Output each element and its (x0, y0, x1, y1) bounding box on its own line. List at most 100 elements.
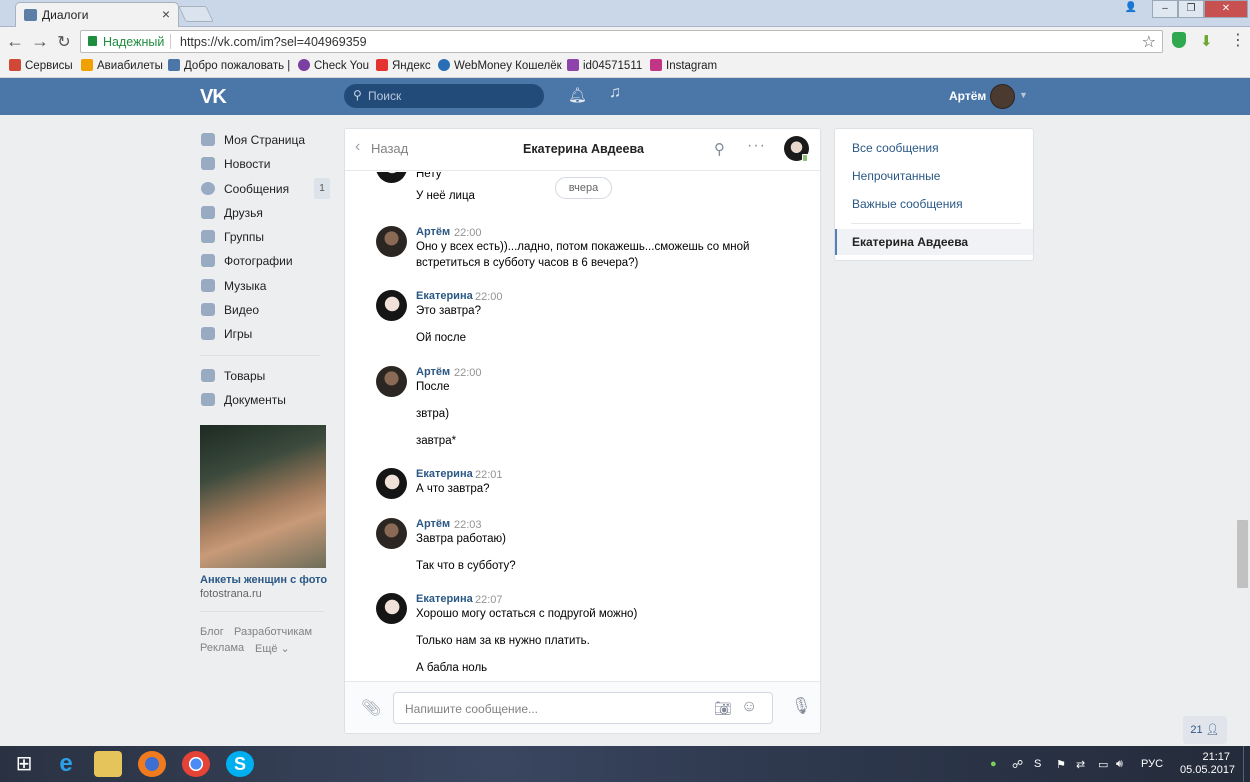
close-window-button[interactable]: ✕ (1204, 0, 1248, 18)
emoji-smile-icon[interactable]: ☺ (741, 698, 757, 716)
dialog-search-icon[interactable]: ⚲ (714, 140, 725, 158)
message-author[interactable]: Екатерина (416, 468, 473, 480)
search-placeholder: Поиск (368, 89, 402, 103)
header-user-name[interactable]: Артём (949, 89, 986, 103)
footer-developers-link[interactable]: Разработчикам (234, 626, 312, 638)
skype-icon[interactable]: S (226, 751, 254, 777)
vk-logo-icon[interactable]: VK (200, 86, 227, 109)
message-author[interactable]: Екатерина (416, 290, 473, 302)
avatar[interactable] (376, 290, 407, 321)
message-author[interactable]: Артём (416, 366, 450, 378)
browser-menu-icon[interactable]: ⋮ (1230, 30, 1246, 50)
bookmark-avia[interactable]: Авиабилеты (81, 59, 163, 72)
maximize-button[interactable]: ❐ (1178, 0, 1204, 18)
file-explorer-icon[interactable] (94, 751, 122, 777)
ad-image[interactable] (200, 425, 326, 568)
friends-icon (201, 205, 215, 219)
nav-music[interactable]: Музыка (200, 274, 330, 298)
bookmark-yandex[interactable]: Яндекс (376, 59, 431, 72)
avatar[interactable] (376, 226, 407, 257)
bookmark-webmoney[interactable]: WebMoney Кошелёк (438, 59, 562, 72)
footer-ads-link[interactable]: Реклама (200, 642, 244, 654)
footer-blog-link[interactable]: Блог (200, 626, 224, 638)
header-avatar[interactable] (990, 84, 1015, 109)
internet-explorer-icon[interactable]: e (52, 751, 80, 777)
new-tab-button[interactable] (178, 6, 214, 22)
tray-arrows-icon[interactable]: ⇄ (1076, 758, 1085, 771)
nav-messages[interactable]: Сообщения 1 (200, 177, 330, 201)
nav-groups[interactable]: Группы (200, 225, 330, 249)
reload-icon[interactable]: ↻ (54, 32, 74, 52)
dialog-panel: ‹ Назад Екатерина Авдеева ⚲ ··· Нету У н… (344, 128, 821, 734)
bookmark-id[interactable]: id04571511 (567, 59, 642, 72)
chevron-down-icon[interactable]: ▼ (1019, 90, 1028, 100)
page-scrollbar[interactable] (1237, 520, 1248, 588)
back-arrow-icon[interactable]: ← (5, 31, 25, 52)
tray-skype-icon[interactable]: S (1034, 758, 1041, 770)
tray-monitor-icon[interactable]: ▭ (1098, 758, 1108, 771)
tray-flag-icon[interactable]: ⚑ (1056, 758, 1066, 771)
search-input[interactable]: ⚲ Поиск (344, 84, 544, 108)
avatar[interactable] (376, 366, 407, 397)
nav-news[interactable]: Новости (200, 152, 330, 176)
message-author[interactable]: Екатерина (416, 593, 473, 605)
nav-my-page[interactable]: Моя Страница (200, 128, 330, 152)
address-bar[interactable]: Надежный https://vk.com/im?sel=404969359… (80, 30, 1163, 53)
filter-all-messages[interactable]: Все сообщения (852, 141, 939, 155)
nav-goods[interactable]: Товары (200, 364, 330, 388)
url-text[interactable]: https://vk.com/im?sel=404969359 (180, 35, 367, 49)
filter-important[interactable]: Важные сообщения (852, 197, 963, 211)
vk-icon (168, 59, 180, 71)
minimize-button[interactable]: ‒ (1152, 0, 1178, 18)
ad-title[interactable]: Анкеты женщин с фото (200, 574, 327, 586)
nav-games[interactable]: Игры (200, 322, 330, 346)
firefox-icon[interactable] (138, 751, 166, 777)
camera-icon[interactable]: 📷︎ (714, 700, 732, 717)
message-time: 22:01 (475, 469, 503, 481)
nav-documents[interactable]: Документы (200, 388, 330, 412)
tray-network-icon[interactable]: ☍ (1012, 758, 1023, 771)
active-dialog-item[interactable]: Екатерина Авдеева (835, 229, 1033, 255)
bookmark-vk[interactable]: Добро пожаловать | (168, 59, 290, 72)
bookmark-instagram[interactable]: Instagram (650, 59, 717, 72)
online-friends-button[interactable]: 21 👤︎ (1183, 716, 1227, 744)
language-indicator[interactable]: РУС (1141, 758, 1163, 770)
attach-paperclip-icon[interactable]: 📎︎ (361, 698, 381, 718)
message-history[interactable]: Нету У неё лица вчера Артём 22:00 Оно у … (345, 172, 820, 680)
footer-more-link[interactable]: Ещё ⌄ (255, 642, 290, 655)
nav-photos[interactable]: Фотографии (200, 249, 330, 273)
profile-icon[interactable]: 👤 (1118, 0, 1144, 18)
avatar[interactable] (376, 593, 407, 624)
chrome-icon[interactable] (182, 751, 210, 777)
message-placeholder: Напишите сообщение... (405, 702, 539, 716)
message-input[interactable]: Напишите сообщение... 📷︎ ☺ (393, 692, 773, 724)
bookmark-checkyou[interactable]: Check You (298, 59, 369, 72)
avatar[interactable] (376, 468, 407, 499)
bookmark-star-icon[interactable]: ☆ (1142, 32, 1156, 52)
message-author[interactable]: Артём (416, 226, 450, 238)
shield-extension-icon[interactable] (1172, 32, 1186, 48)
tray-app-icon[interactable]: ● (990, 758, 997, 770)
forward-arrow-icon[interactable]: → (30, 31, 50, 52)
show-desktop-button[interactable] (1243, 746, 1250, 782)
avatar[interactable] (376, 172, 407, 183)
tab-title: Диалоги (42, 8, 89, 22)
bookmark-services[interactable]: Сервисы (9, 59, 73, 72)
microphone-icon[interactable]: 🎙︎ (791, 696, 811, 716)
message-author[interactable]: Артём (416, 518, 450, 530)
browser-tab[interactable]: Диалоги × (15, 2, 179, 27)
filter-unread[interactable]: Непрочитанные (852, 169, 940, 183)
nav-video[interactable]: Видео (200, 298, 330, 322)
windows-start-icon[interactable]: ⊞ (10, 751, 38, 777)
avatar[interactable] (376, 518, 407, 549)
close-tab-icon[interactable]: × (162, 6, 170, 22)
ad-site[interactable]: fotostrana.ru (200, 588, 262, 600)
nav-friends[interactable]: Друзья (200, 201, 330, 225)
more-actions-icon[interactable]: ··· (747, 137, 766, 155)
person-icon: 👤︎ (1205, 724, 1220, 736)
download-extension-icon[interactable]: ⬇ (1200, 32, 1213, 50)
tray-volume-icon[interactable]: 🔊︎ (1116, 758, 1123, 771)
taskbar-clock[interactable]: 21:17 05.05.2017 (1180, 751, 1235, 777)
notifications-bell-icon[interactable]: 🔔︎ (568, 86, 587, 104)
music-note-icon[interactable]: ♫ (609, 84, 621, 102)
